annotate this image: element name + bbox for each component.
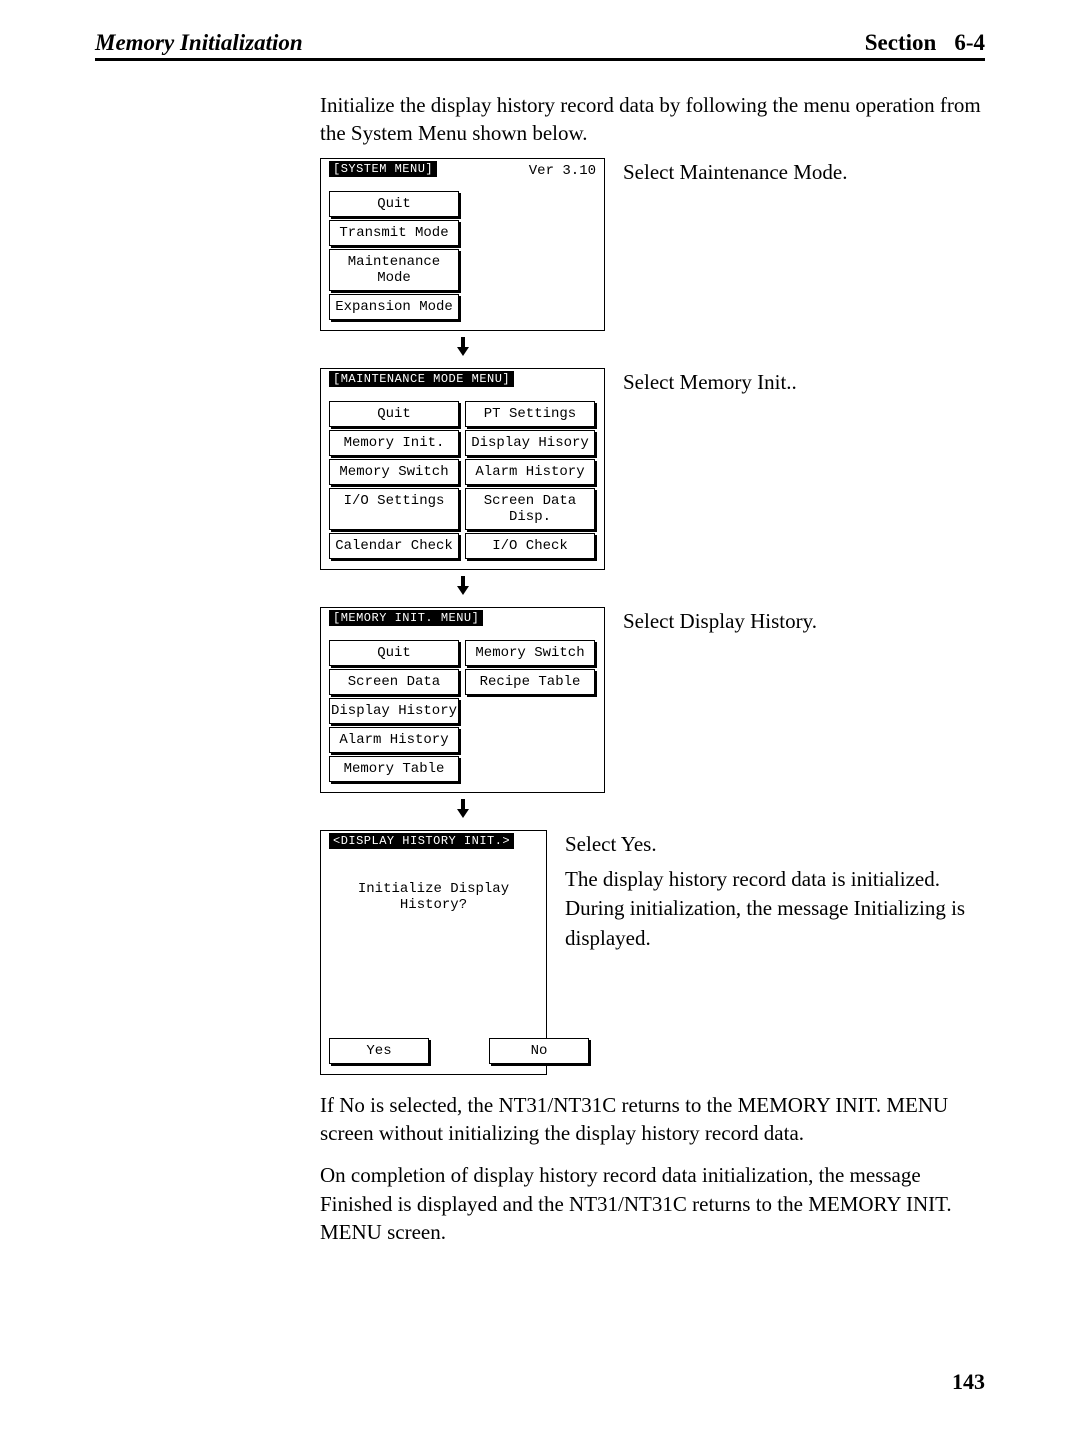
panel-maintenance-menu: [MAINTENANCE MODE MENU] Quit PT Settings… [320, 368, 605, 570]
memory-init-button[interactable]: Memory Init. [329, 430, 459, 456]
io-settings-button[interactable]: I/O Settings [329, 488, 459, 530]
confirm-prompt: Initialize Display History? [321, 881, 546, 913]
step4-desc: Select Yes. The display history record d… [565, 830, 985, 954]
alarm-history-button[interactable]: Alarm History [329, 727, 459, 753]
panel-title: [MEMORY INIT. MENU] [329, 610, 483, 626]
yes-button[interactable]: Yes [329, 1038, 429, 1064]
alarm-history-button[interactable]: Alarm History [465, 459, 595, 485]
calendar-check-button[interactable]: Calendar Check [329, 533, 459, 559]
intro-text: Initialize the display history record da… [320, 91, 985, 148]
expansion-mode-button[interactable]: Expansion Mode [329, 294, 459, 320]
down-arrow-icon [320, 337, 605, 362]
panel-title: [SYSTEM MENU] [329, 161, 437, 177]
step-maintenance-menu: [MAINTENANCE MODE MENU] Quit PT Settings… [320, 368, 985, 570]
page-header: Memory Initialization Section 6-4 [95, 30, 985, 61]
version-label: Ver 3.10 [529, 163, 596, 179]
header-section: Section 6-4 [865, 30, 985, 56]
panel-title: <DISPLAY HISTORY INIT.> [329, 833, 514, 849]
header-title: Memory Initialization [95, 30, 303, 56]
follow-text-1: If No is selected, the NT31/NT31C return… [320, 1091, 985, 1148]
panel-system-menu: [SYSTEM MENU] Ver 3.10 Quit Transmit Mod… [320, 158, 605, 331]
down-arrow-icon [320, 799, 605, 824]
panel-display-history-init: <DISPLAY HISTORY INIT.> Initialize Displ… [320, 830, 547, 1075]
quit-button[interactable]: Quit [329, 191, 459, 217]
quit-button[interactable]: Quit [329, 640, 459, 666]
step-display-history-init: <DISPLAY HISTORY INIT.> Initialize Displ… [320, 830, 985, 1075]
recipe-table-button[interactable]: Recipe Table [465, 669, 595, 695]
memory-switch-button[interactable]: Memory Switch [329, 459, 459, 485]
step4-desc-line2: The display history record data is initi… [565, 865, 985, 953]
section-number: 6-4 [954, 30, 985, 55]
step3-desc: Select Display History. [623, 607, 817, 636]
maintenance-mode-button[interactable]: Maintenance Mode [329, 249, 459, 291]
screen-data-disp-button[interactable]: Screen Data Disp. [465, 488, 595, 530]
memory-switch-button[interactable]: Memory Switch [465, 640, 595, 666]
section-label: Section [865, 30, 937, 55]
screen-data-button[interactable]: Screen Data [329, 669, 459, 695]
quit-button[interactable]: Quit [329, 401, 459, 427]
step2-desc: Select Memory Init.. [623, 368, 797, 397]
down-arrow-icon [320, 576, 605, 601]
panel-title: [MAINTENANCE MODE MENU] [329, 371, 514, 387]
page-number: 143 [952, 1369, 985, 1395]
io-check-button[interactable]: I/O Check [465, 533, 595, 559]
follow-text-2: On completion of display history record … [320, 1161, 985, 1246]
step-memory-init-menu: [MEMORY INIT. MENU] Quit Memory Switch S… [320, 607, 985, 793]
no-button[interactable]: No [489, 1038, 589, 1064]
display-history-button[interactable]: Display History [329, 698, 459, 724]
transmit-mode-button[interactable]: Transmit Mode [329, 220, 459, 246]
step1-desc: Select Maintenance Mode. [623, 158, 848, 187]
display-history-button[interactable]: Display Hisory [465, 430, 595, 456]
memory-table-button[interactable]: Memory Table [329, 756, 459, 782]
pt-settings-button[interactable]: PT Settings [465, 401, 595, 427]
step-system-menu: [SYSTEM MENU] Ver 3.10 Quit Transmit Mod… [320, 158, 985, 331]
panel-memory-init-menu: [MEMORY INIT. MENU] Quit Memory Switch S… [320, 607, 605, 793]
step4-desc-line1: Select Yes. [565, 830, 985, 859]
